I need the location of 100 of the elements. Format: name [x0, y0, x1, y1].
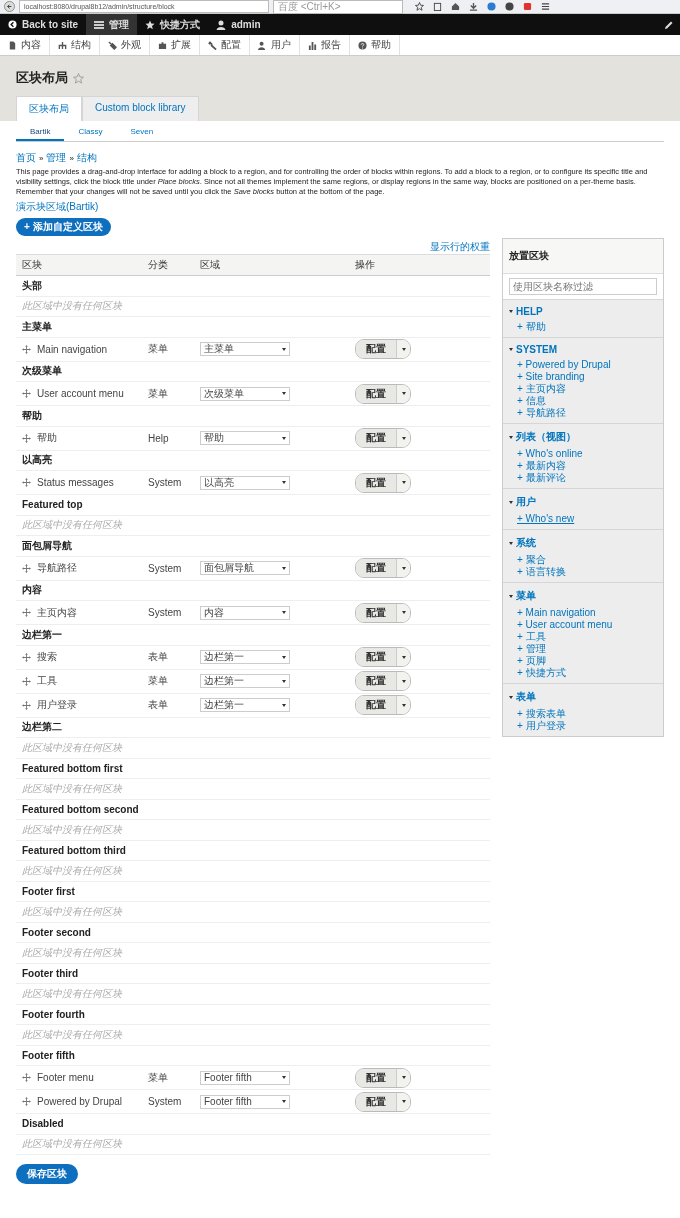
- region-select[interactable]: 次级菜单: [200, 386, 290, 401]
- drag-handle[interactable]: [22, 344, 31, 354]
- tab[interactable]: Custom block library: [82, 96, 199, 121]
- block-link[interactable]: + 快捷方式: [509, 667, 657, 679]
- configure-button[interactable]: 配置: [356, 340, 396, 358]
- block-link[interactable]: + Site branding: [509, 371, 657, 383]
- region-select[interactable]: 面包屑导航: [200, 561, 290, 575]
- menu-link[interactable]: 扩展: [150, 35, 200, 55]
- block-link[interactable]: + User account menu: [509, 619, 657, 631]
- star-icon[interactable]: [415, 2, 424, 11]
- toolbar-tab[interactable]: Back to site: [0, 14, 87, 35]
- configure-button[interactable]: 配置: [356, 559, 396, 577]
- save-button[interactable]: 保存区块: [16, 1164, 78, 1184]
- region-select[interactable]: 边栏第一: [200, 650, 290, 664]
- drag-handle[interactable]: [22, 478, 31, 487]
- block-link[interactable]: + Who's online: [509, 448, 657, 460]
- configure-button[interactable]: 配置: [356, 429, 396, 447]
- home-icon[interactable]: [451, 2, 460, 11]
- theme-tab[interactable]: Classy: [64, 124, 117, 141]
- region-select[interactable]: Footer fifth: [200, 1070, 290, 1085]
- region-select[interactable]: 边栏第一: [200, 698, 290, 712]
- dropdown-toggle[interactable]: [396, 1092, 410, 1111]
- toolbar-tab[interactable]: admin: [208, 14, 269, 35]
- menu-link[interactable]: 帮助: [350, 35, 400, 55]
- drag-handle[interactable]: [22, 652, 31, 662]
- tab[interactable]: 区块布局: [16, 96, 82, 121]
- drag-handle[interactable]: [22, 676, 31, 686]
- configure-button[interactable]: 配置: [356, 672, 396, 690]
- region-select[interactable]: 以高亮: [200, 475, 290, 490]
- block-link[interactable]: + 主页内容: [509, 383, 657, 395]
- dropdown-toggle[interactable]: [396, 429, 410, 447]
- region-select[interactable]: 边栏第一: [200, 674, 290, 688]
- block-link[interactable]: + 聚合: [509, 554, 657, 566]
- dropdown-toggle[interactable]: [396, 559, 410, 577]
- block-link[interactable]: + 最新内容: [509, 460, 657, 472]
- block-link[interactable]: + 工具: [509, 631, 657, 643]
- menu-link[interactable]: 配置: [200, 35, 250, 55]
- drag-handle[interactable]: [22, 1097, 31, 1106]
- dropdown-toggle[interactable]: [396, 1068, 410, 1087]
- configure-button[interactable]: 配置: [356, 603, 396, 622]
- region-select[interactable]: Footer fifth: [200, 1094, 290, 1109]
- square-icon[interactable]: [523, 2, 532, 11]
- region-select[interactable]: 主菜单: [200, 342, 290, 356]
- category-toggle[interactable]: HELP: [509, 306, 657, 317]
- drag-handle[interactable]: [22, 1073, 31, 1082]
- dropdown-toggle[interactable]: [396, 340, 410, 358]
- drag-handle[interactable]: [22, 433, 31, 443]
- category-toggle[interactable]: 表单: [509, 690, 657, 704]
- block-link[interactable]: + 页脚: [509, 655, 657, 667]
- block-link[interactable]: + Powered by Drupal: [509, 359, 657, 371]
- category-toggle[interactable]: 系统: [509, 536, 657, 550]
- dropdown-toggle[interactable]: [396, 473, 410, 492]
- region-select[interactable]: 帮助: [200, 431, 290, 445]
- category-toggle[interactable]: 列表（视图）: [509, 430, 657, 444]
- block-link[interactable]: + 用户登录: [509, 720, 657, 732]
- dropdown-toggle[interactable]: [396, 672, 410, 690]
- configure-button[interactable]: 配置: [356, 1068, 396, 1087]
- add-block-button[interactable]: + 添加自定义区块: [16, 218, 111, 236]
- clipboard-icon[interactable]: [433, 2, 442, 11]
- menu-icon[interactable]: [541, 2, 550, 11]
- back-icon[interactable]: [4, 1, 15, 12]
- drag-handle[interactable]: [22, 700, 31, 710]
- dropdown-toggle[interactable]: [396, 603, 410, 622]
- show-weights-link[interactable]: 显示行的权重: [430, 241, 490, 252]
- category-toggle[interactable]: 用户: [509, 495, 657, 509]
- star-icon[interactable]: [73, 72, 84, 84]
- theme-tab[interactable]: Seven: [116, 124, 168, 141]
- drag-handle[interactable]: [22, 608, 31, 617]
- breadcrumb-link[interactable]: 管理: [46, 151, 67, 165]
- block-link[interactable]: + 语言转换: [509, 566, 657, 578]
- region-select[interactable]: 内容: [200, 605, 290, 620]
- theme-tab[interactable]: Bartik: [16, 124, 65, 141]
- drag-handle[interactable]: [22, 389, 31, 398]
- block-link[interactable]: + 帮助: [509, 321, 657, 333]
- dropdown-toggle[interactable]: [396, 648, 410, 666]
- pencil-icon[interactable]: [664, 19, 674, 30]
- block-link[interactable]: + 搜索表单: [509, 708, 657, 720]
- configure-button[interactable]: 配置: [356, 473, 396, 492]
- category-toggle[interactable]: 菜单: [509, 589, 657, 603]
- filter-field[interactable]: 使用区块名称过滤: [509, 278, 657, 295]
- download-icon[interactable]: [469, 2, 478, 11]
- block-link[interactable]: + Main navigation: [509, 607, 657, 619]
- block-link[interactable]: + 管理: [509, 643, 657, 655]
- drag-handle[interactable]: [22, 563, 31, 573]
- category-toggle[interactable]: SYSTEM: [509, 344, 657, 355]
- breadcrumb-link[interactable]: 首页: [16, 151, 36, 165]
- circle-icon[interactable]: [505, 2, 514, 11]
- toolbar-tab[interactable]: 快捷方式: [137, 14, 209, 35]
- block-link[interactable]: + 最新评论: [509, 472, 657, 484]
- menu-link[interactable]: 内容: [0, 35, 50, 55]
- configure-button[interactable]: 配置: [356, 1092, 396, 1111]
- block-link[interactable]: + 信息: [509, 395, 657, 407]
- search-field[interactable]: 百度 <Ctrl+K>: [273, 0, 403, 14]
- menu-link[interactable]: 报告: [300, 35, 350, 55]
- configure-button[interactable]: 配置: [356, 648, 396, 666]
- demo-link[interactable]: 演示块区域(Bartik): [16, 200, 99, 214]
- configure-button[interactable]: 配置: [356, 384, 396, 403]
- configure-button[interactable]: 配置: [356, 696, 396, 714]
- toolbar-tab[interactable]: 管理: [86, 14, 138, 35]
- block-link[interactable]: + 导航路径: [509, 407, 657, 419]
